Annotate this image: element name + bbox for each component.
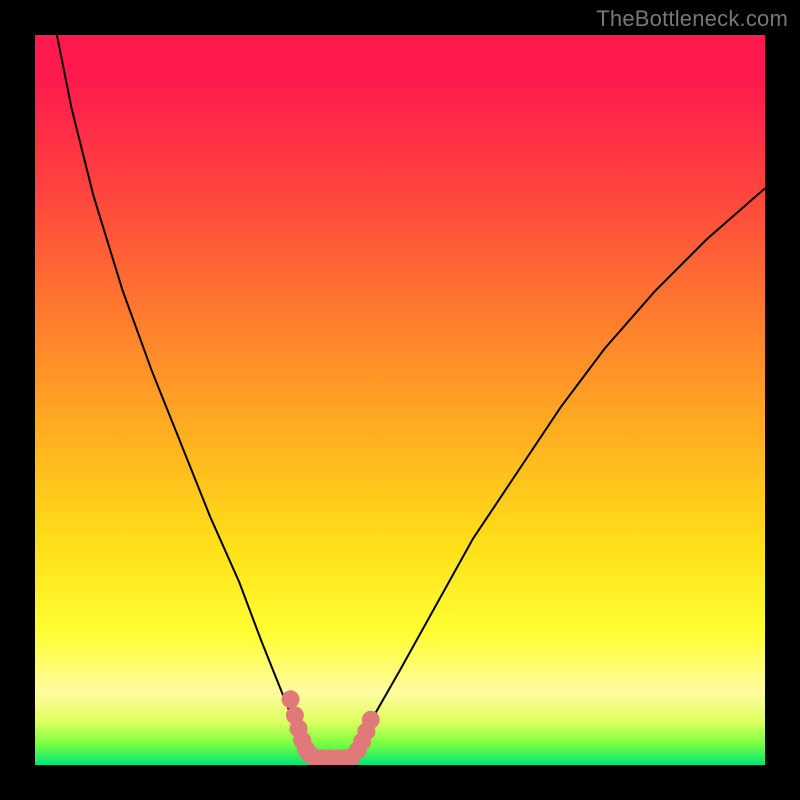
curve-group — [57, 35, 765, 758]
watermark-text: TheBottleneck.com — [596, 6, 788, 32]
marker-group — [282, 690, 380, 765]
chart-svg — [35, 35, 765, 765]
outer-frame: TheBottleneck.com — [0, 0, 800, 800]
series-left-curve — [57, 35, 313, 758]
marker-dot — [362, 711, 380, 729]
marker-dot — [282, 690, 300, 708]
series-right-curve — [349, 188, 765, 757]
plot-area — [35, 35, 765, 765]
